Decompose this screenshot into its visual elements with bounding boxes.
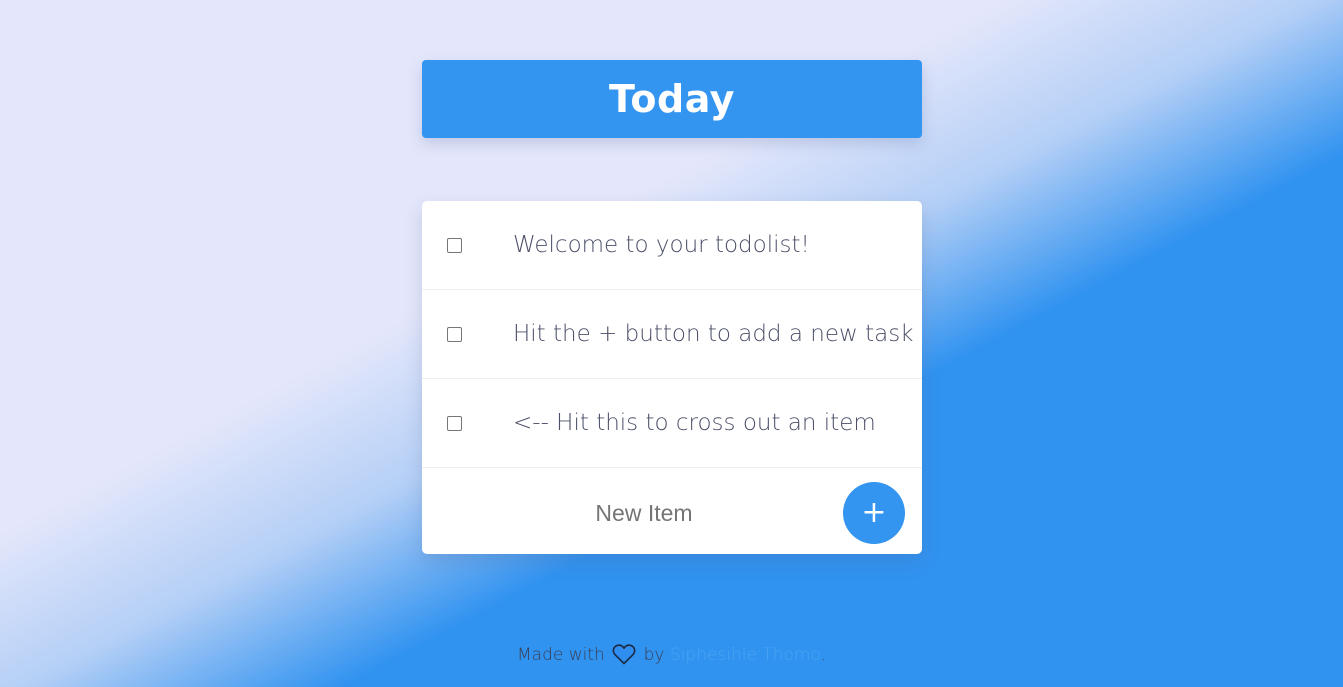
header-banner: Today: [422, 60, 922, 138]
page-title: Today: [609, 77, 735, 121]
todo-item-label: <-- Hit this to cross out an item: [513, 410, 876, 436]
todo-checkbox[interactable]: [447, 415, 462, 431]
footer-period: .: [820, 645, 826, 665]
heart-icon: [612, 644, 636, 665]
todo-item: Welcome to your todolist!: [422, 201, 922, 290]
new-item-row: +: [422, 468, 922, 554]
footer: Made with by Siphesihle Thomo.: [0, 643, 1343, 665]
footer-by: by: [643, 645, 665, 665]
todo-item: <-- Hit this to cross out an item: [422, 379, 922, 468]
add-item-button[interactable]: +: [843, 482, 905, 544]
todo-item: Hit the + button to add a new task: [422, 290, 922, 379]
todo-checkbox[interactable]: [447, 237, 462, 253]
new-item-input[interactable]: [422, 482, 866, 544]
todo-item-label: Welcome to your todolist!: [513, 232, 810, 258]
author-link[interactable]: Siphesihle Thomo: [670, 645, 821, 665]
todo-item-label: Hit the + button to add a new task: [513, 321, 914, 347]
todo-checkbox[interactable]: [447, 326, 462, 342]
todo-card: Welcome to your todolist! Hit the + butt…: [422, 201, 922, 554]
footer-made-with: Made with: [517, 645, 605, 665]
